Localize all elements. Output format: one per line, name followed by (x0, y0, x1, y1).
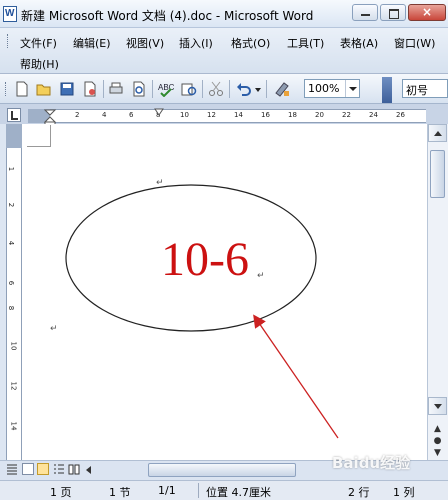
status-position: 位置 4.7厘米 (206, 486, 271, 499)
print-layout-view-icon[interactable] (37, 463, 49, 475)
normal-view-icon[interactable] (6, 463, 18, 475)
paragraph-mark: ↵ (257, 271, 265, 281)
scroll-up-button[interactable] (428, 124, 447, 142)
watermark-logo: Baidu经验 (332, 454, 411, 472)
horizontal-scroll-thumb[interactable] (148, 463, 296, 477)
status-line: 2 行 (348, 486, 370, 499)
outline-view-icon[interactable] (53, 463, 65, 475)
reading-layout-view-icon[interactable] (68, 463, 80, 475)
vertical-scroll-thumb[interactable] (430, 150, 445, 198)
web-layout-view-icon[interactable] (22, 463, 34, 475)
status-page-of: 1/1 (158, 484, 176, 497)
red-arrow[interactable] (253, 314, 339, 439)
scroll-left-button[interactable] (82, 463, 96, 477)
status-section: 1 节 (109, 486, 131, 499)
next-page-icon[interactable]: ▼ (429, 446, 446, 460)
status-page: 1 页 (50, 486, 72, 499)
status-separator (198, 483, 199, 498)
status-column: 1 列 (393, 486, 415, 499)
ellipse-text[interactable]: 10-6 (161, 236, 249, 284)
scroll-down-button[interactable] (428, 397, 447, 415)
